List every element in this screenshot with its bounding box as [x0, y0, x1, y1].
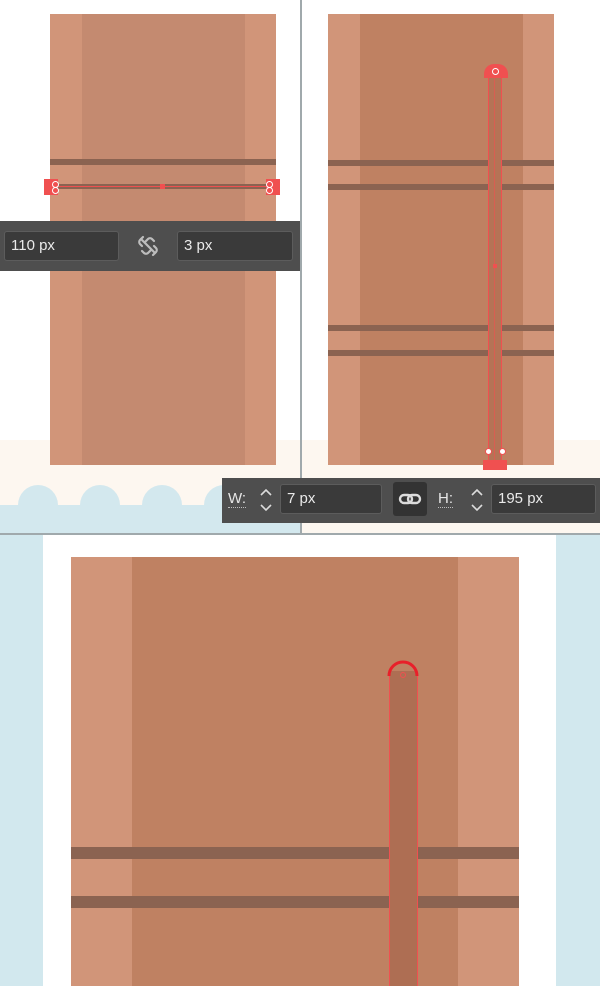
door-plank: [328, 325, 554, 331]
width-stepper[interactable]: [254, 484, 278, 514]
panel-top-right: [302, 0, 600, 533]
door-left-edge: [328, 14, 360, 465]
scallop: [80, 485, 120, 525]
chain-linked-icon[interactable]: [393, 482, 427, 516]
door-right-edge: [523, 14, 554, 465]
door-plank: [328, 184, 554, 190]
scallop: [142, 485, 182, 525]
door-right-edge: [458, 557, 519, 986]
transform-toolbar: 110 px 3 px: [0, 221, 300, 271]
height-stepper[interactable]: [465, 484, 489, 514]
panel-bottom: [0, 535, 600, 986]
height-input[interactable]: 195 px: [491, 484, 596, 514]
anchor-point[interactable]: [492, 68, 499, 75]
anchor-point[interactable]: [485, 448, 492, 455]
door-plank: [50, 159, 276, 165]
anchor-point[interactable]: [52, 187, 59, 194]
door-plank: [328, 160, 554, 166]
selected-strap[interactable]: [488, 72, 502, 464]
selected-strap[interactable]: [389, 671, 418, 986]
door-plank: [71, 847, 519, 859]
height-input[interactable]: 3 px: [177, 231, 293, 261]
selection-handle-bottom[interactable]: [483, 460, 507, 470]
center-point[interactable]: [493, 264, 497, 268]
height-label: H:: [438, 490, 453, 508]
chain-broken-icon[interactable]: [135, 233, 161, 259]
anchor-point[interactable]: [266, 187, 273, 194]
size-toolbar: W: 7 px H: 195 px: [222, 478, 600, 523]
width-input[interactable]: 110 px: [4, 231, 119, 261]
selection-line: [494, 72, 495, 464]
anchor-point[interactable]: [400, 672, 406, 678]
width-label: W:: [228, 490, 247, 508]
door-left-edge: [71, 557, 132, 986]
anchor-point[interactable]: [499, 448, 506, 455]
center-point[interactable]: [160, 184, 165, 189]
door-plank: [71, 896, 519, 908]
panel-top-left: 110 px 3 px: [0, 0, 300, 533]
door-plank: [328, 350, 554, 356]
width-input[interactable]: 7 px: [280, 484, 382, 514]
scallop: [18, 485, 58, 525]
